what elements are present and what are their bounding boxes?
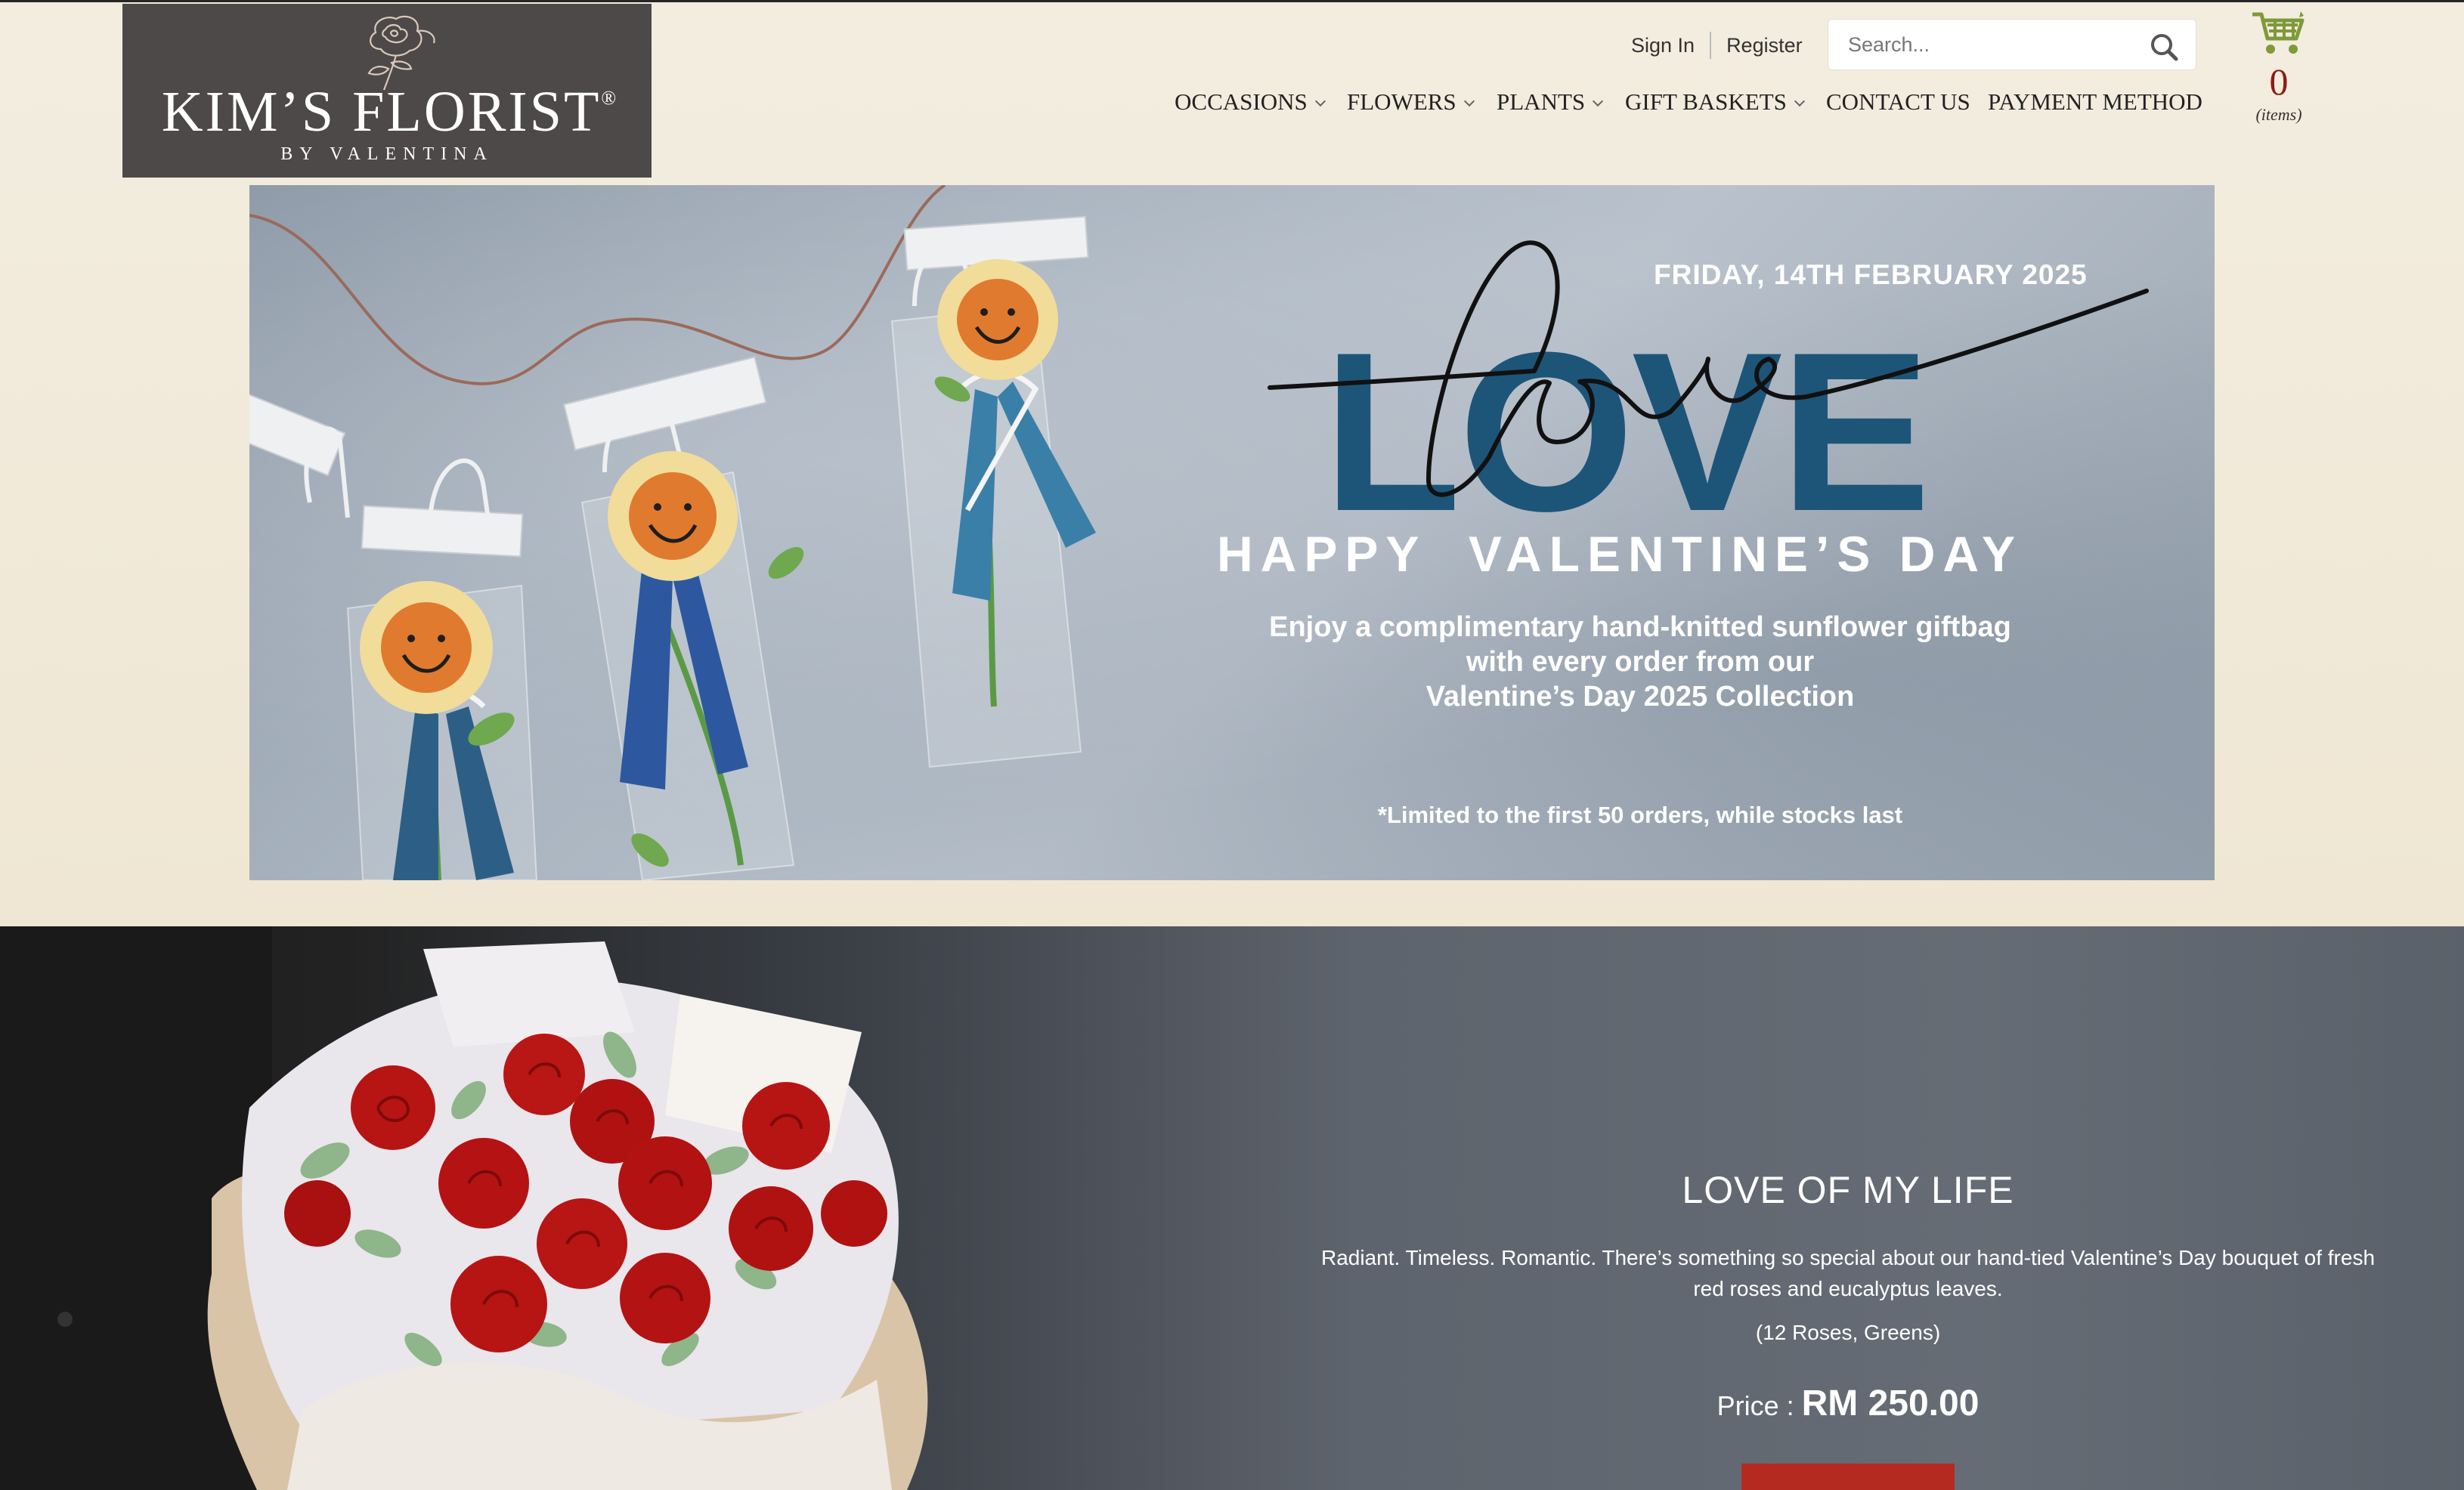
- search-icon[interactable]: [2149, 32, 2179, 62]
- product-description: Radiant. Timeless. Romantic. There’s som…: [1320, 1246, 2376, 1300]
- promo-offer-text: Enjoy a complimentary hand-knitted sunfl…: [1269, 611, 2011, 713]
- register-link[interactable]: Register: [1726, 34, 1803, 57]
- chevron-down-icon: [1314, 95, 1326, 107]
- nav-gift-baskets[interactable]: GIFT BASKETS: [1625, 88, 1805, 116]
- search-input[interactable]: [1848, 20, 2150, 70]
- main-nav-flowers: FLOWERS: [1347, 87, 1475, 117]
- product-contents: (12 Roses, Greens): [1755, 1321, 1941, 1344]
- nav-contact-us[interactable]: CONTACT US: [1826, 88, 1970, 116]
- nav-occasions[interactable]: OCCASIONS: [1175, 88, 1326, 116]
- greeting-headline: HAPPY VALENTINE’S DAY: [1217, 526, 2023, 582]
- product-title[interactable]: LOVE OF MY LIFE: [1436, 1168, 2260, 1212]
- shopping-cart-icon[interactable]: [2251, 10, 2307, 57]
- order-now-button[interactable]: [1741, 1464, 1955, 1490]
- logo-tagline: BY VALENTINA: [280, 144, 494, 164]
- main-nav-plants: PLANTS: [1497, 87, 1604, 117]
- main-nav-gift-baskets: GIFT BASKETS: [1625, 87, 1805, 117]
- auth-divider: [1710, 32, 1712, 59]
- main-nav-contact: CONTACT US: [1826, 87, 1970, 117]
- search-box: [1828, 19, 2196, 70]
- site-logo[interactable]: KIM’S FLORIST® BY VALENTINA: [122, 4, 652, 178]
- promo-limit-note: *Limited to the first 50 orders, while s…: [1377, 802, 1903, 828]
- nav-plants[interactable]: PLANTS: [1497, 88, 1604, 116]
- cart-items-label: (items): [2255, 105, 2302, 124]
- main-nav-payment: PAYMENT METHOD: [1988, 87, 2202, 117]
- featured-product-section: LOVE OF MY LIFE Radiant. Timeless. Roman…: [0, 926, 2464, 1490]
- sign-in-link[interactable]: Sign In: [1631, 34, 1695, 57]
- chevron-down-icon: [1794, 95, 1805, 107]
- site-header: KIM’S FLORIST® BY VALENTINA Sign In Regi…: [0, 0, 2464, 926]
- nav-flowers[interactable]: FLOWERS: [1347, 88, 1475, 116]
- red-rose-bouquet-image[interactable]: [0, 926, 1134, 1490]
- price-label: Price :: [1716, 1390, 1802, 1421]
- chevron-down-icon: [1593, 95, 1604, 107]
- valentines-promo-banner[interactable]: FRIDAY, 14TH FEBRUARY 2025 LOVE HAPPY VA…: [249, 185, 2215, 880]
- auth-links: Sign In Register: [1631, 32, 1803, 59]
- product-price: Price : RM 250.00: [1436, 1383, 2260, 1424]
- logo-wordmark: KIM’S FLORIST®: [161, 80, 619, 144]
- chevron-down-icon: [1463, 95, 1475, 107]
- price-amount: RM 250.00: [1801, 1383, 1980, 1424]
- cart-count[interactable]: 0: [2251, 60, 2307, 104]
- nav-payment-method[interactable]: PAYMENT METHOD: [1988, 88, 2202, 116]
- main-nav: OCCASIONS: [1175, 87, 1326, 117]
